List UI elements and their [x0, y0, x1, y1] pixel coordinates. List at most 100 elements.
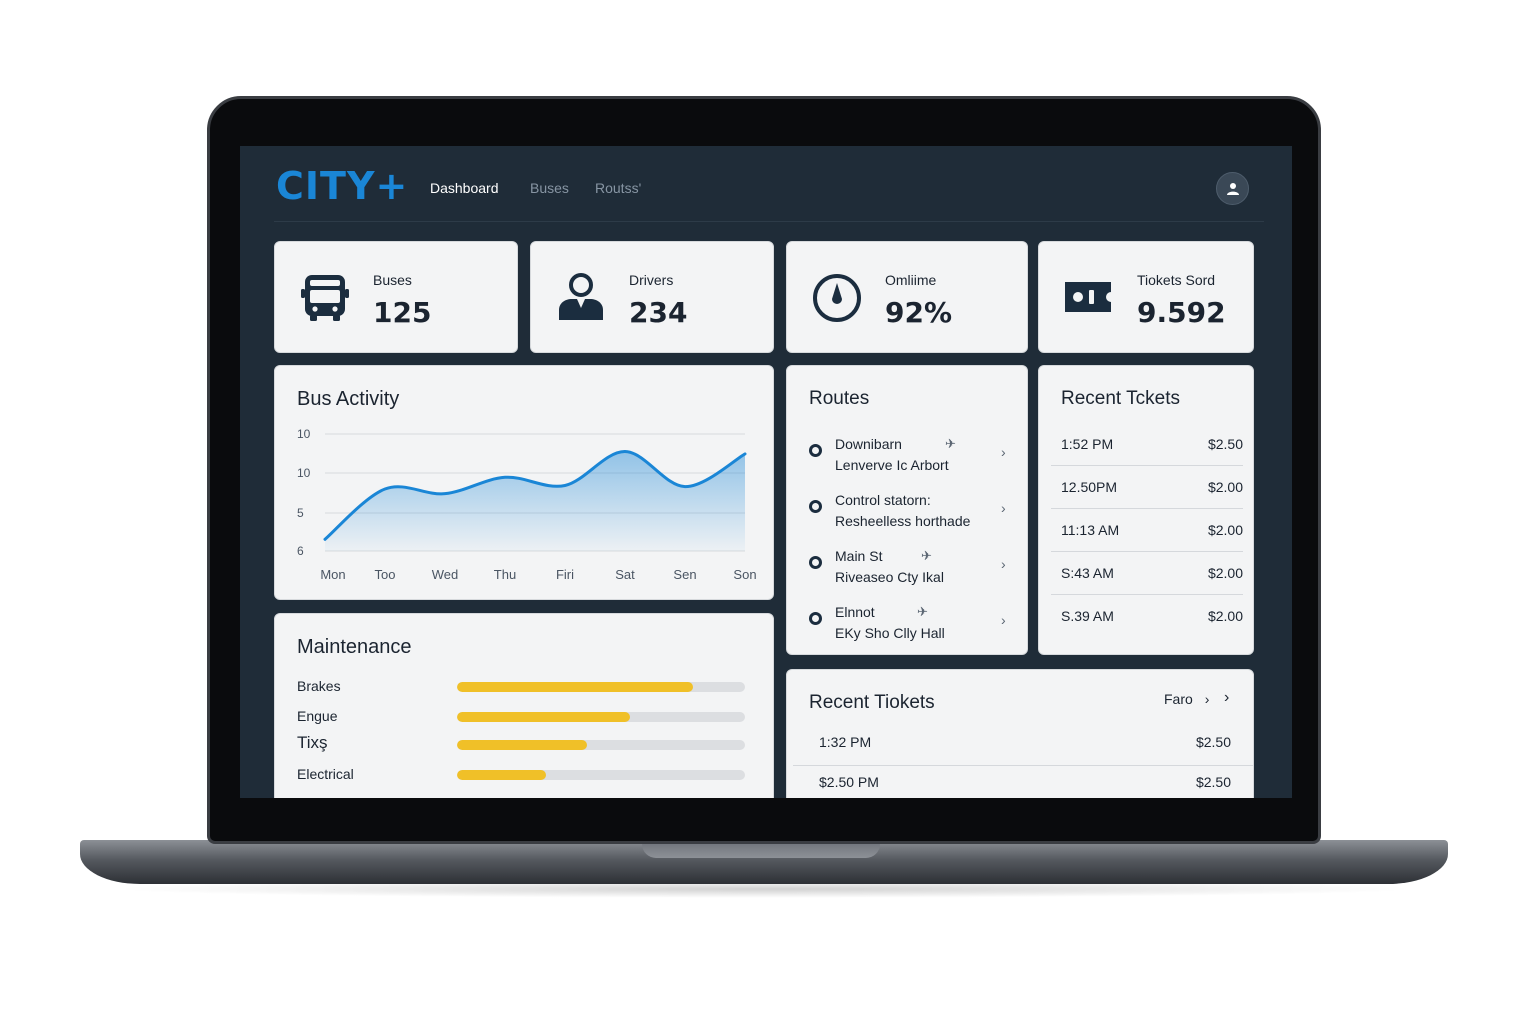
plane-icon: ✈	[921, 548, 932, 563]
chevron-right-icon[interactable]: ›	[1001, 444, 1006, 460]
x-tick-label: Son	[733, 567, 756, 582]
filter-dropdown[interactable]: Faro ›	[1164, 691, 1209, 707]
user-icon	[1226, 182, 1239, 195]
stat-label: Buses	[373, 272, 412, 288]
maintenance-progress-fill	[457, 740, 587, 750]
recent-tickets-bottom-card: Recent Tiokets Faro › › 1:32 PM $2.50 $2.5…	[786, 669, 1254, 798]
x-tick-label: Wed	[432, 567, 459, 582]
ticket-price: $2.00	[1207, 608, 1243, 624]
recent-tickets-card: Recent Tckets 1:52 PM $2.50 12.50PM $2.00 11…	[1038, 365, 1254, 655]
nav-routes[interactable]: Routss'	[595, 180, 641, 196]
chevron-right-icon[interactable]: ›	[1001, 500, 1006, 516]
y-tick-label: 10	[297, 466, 311, 480]
maintenance-card: Maintenance Brakes Engue Tixş Electrical	[274, 613, 774, 798]
y-tick-label: 5	[297, 506, 304, 520]
ticket-icon	[1065, 282, 1111, 312]
stat-card-drivers[interactable]: Drivers 234	[530, 241, 774, 353]
maintenance-progress-bar	[457, 682, 745, 692]
maintenance-item: Tixş	[297, 733, 747, 756]
ticket-price: $2.00	[1207, 522, 1243, 538]
maintenance-item: Engue	[297, 706, 747, 728]
ticket-time: $2.50 PM	[819, 774, 879, 790]
stat-card-online[interactable]: Omliime 92%	[786, 241, 1028, 353]
ticket-time: 11:13 AM	[1061, 522, 1120, 538]
maintenance-progress-fill	[457, 712, 630, 722]
stat-value: 125	[373, 296, 432, 329]
ticket-time: S:43 AM	[1061, 565, 1114, 581]
route-origin: Elnnot	[835, 604, 875, 620]
route-origin: Main St	[835, 548, 883, 564]
maintenance-progress-bar	[457, 740, 745, 750]
route-destination: Lenverve Ic Arbort	[835, 457, 949, 473]
maintenance-progress-fill	[457, 682, 694, 692]
maintenance-item: Brakes	[297, 676, 747, 698]
maintenance-label: Tixş	[297, 733, 328, 752]
route-origin: Downibarn	[835, 436, 902, 452]
activity-area-fill	[325, 451, 745, 551]
driver-icon	[559, 273, 603, 320]
ticket-row[interactable]: 12.50PM $2.00	[1051, 467, 1243, 509]
bus-icon	[301, 275, 349, 321]
ticket-price: $2.50	[1207, 436, 1243, 452]
stat-label: Tiokets Sord	[1137, 272, 1216, 288]
stat-value: 9.592	[1137, 296, 1226, 329]
ticket-row[interactable]: S.39 AM $2.00	[1051, 596, 1243, 638]
filter-label: Faro	[1164, 691, 1193, 707]
stat-value: 92%	[885, 296, 953, 329]
route-destination: EKy Sho Clly Hall	[835, 625, 945, 641]
card-title: Maintenance	[297, 636, 412, 658]
route-stop-icon	[809, 500, 822, 513]
chevron-right-icon[interactable]: ›	[1001, 612, 1006, 628]
ticket-row[interactable]: $2.50 PM $2.50	[793, 768, 1253, 798]
ticket-price: $2.00	[1207, 565, 1243, 581]
bus-activity-chart: 10 10 5 6 Mon Too Wed Thu Firi Sat Sen Son	[297, 427, 757, 582]
ticket-time: 1:32 PM	[819, 734, 872, 750]
gauge-icon	[813, 274, 861, 322]
ticket-row[interactable]: S:43 AM $2.00	[1051, 553, 1243, 595]
nav-dashboard[interactable]: Dashboard	[430, 180, 499, 196]
plane-icon: ✈	[945, 436, 956, 451]
user-avatar-button[interactable]	[1216, 172, 1249, 205]
maintenance-progress-bar	[457, 770, 745, 780]
card-title: Recent Tckets	[1061, 388, 1180, 409]
route-item[interactable]: Downibarn Lenverve Ic Arbort › ✈	[809, 436, 1017, 482]
stat-value: 234	[629, 296, 688, 329]
y-tick-label: 10	[297, 427, 311, 441]
chevron-right-icon[interactable]: ›	[1001, 556, 1006, 572]
nav-buses[interactable]: Buses	[530, 180, 569, 196]
y-tick-label: 6	[297, 544, 304, 558]
stat-card-tickets[interactable]: Tiokets Sord 9.592	[1038, 241, 1254, 353]
route-destination: Riveaseo Cty Ikal	[835, 569, 944, 585]
ticket-row[interactable]: 11:13 AM $2.00	[1051, 510, 1243, 552]
ticket-time: 1:52 PM	[1061, 436, 1114, 452]
maintenance-label: Brakes	[297, 678, 341, 694]
maintenance-label: Engue	[297, 708, 338, 724]
routes-card: Routes Downibarn Lenverve Ic Arbort › ✈ Cont…	[786, 365, 1028, 655]
x-tick-label: Mon	[320, 567, 345, 582]
card-title: Recent Tiokets	[809, 692, 935, 713]
ticket-row[interactable]: 1:32 PM $2.50	[793, 728, 1253, 766]
stat-label: Omliime	[885, 272, 937, 288]
maintenance-progress-bar	[457, 712, 745, 722]
ticket-time: S.39 AM	[1061, 608, 1114, 624]
x-tick-label: Firi	[556, 567, 574, 582]
stat-label: Drivers	[629, 272, 674, 288]
app-logo[interactable]: CITY+	[276, 164, 408, 208]
stat-card-buses[interactable]: Buses 125	[274, 241, 518, 353]
maintenance-label: Electrical	[297, 766, 354, 782]
ticket-price: $2.50	[1195, 734, 1231, 750]
route-item[interactable]: Elnnot EKy Sho Clly Hall › ✈	[809, 604, 1017, 650]
ticket-row[interactable]: 1:52 PM $2.50	[1051, 424, 1243, 466]
screen: CITY+ Dashboard Buses Routss' Buses 125	[240, 146, 1292, 798]
x-tick-label: Too	[375, 567, 396, 582]
header-divider	[274, 221, 1264, 222]
route-item[interactable]: Control statorn: Resheelless horthade ›	[809, 492, 1017, 538]
ticket-price: $2.50	[1195, 774, 1231, 790]
route-stop-icon	[809, 444, 822, 457]
bus-activity-card: Bus Activity 10 10 5 6 Mon Too Wed Thu Firi Sat Se…	[274, 365, 774, 600]
next-page-chevron-icon[interactable]: ›	[1224, 689, 1229, 707]
route-item[interactable]: Main St Riveaseo Cty Ikal › ✈	[809, 548, 1017, 594]
x-tick-label: Thu	[494, 567, 516, 582]
plane-icon: ✈	[917, 604, 928, 619]
route-stop-icon	[809, 556, 822, 569]
